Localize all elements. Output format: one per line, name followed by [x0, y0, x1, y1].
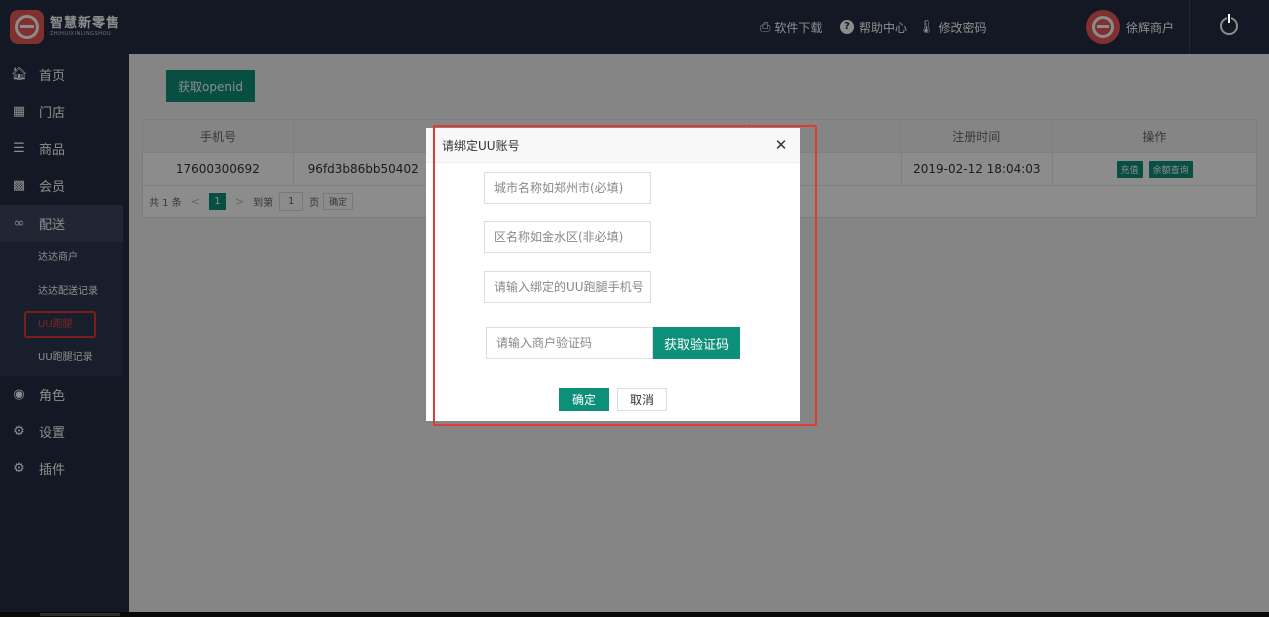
dialog-highlight-box: [433, 125, 817, 426]
